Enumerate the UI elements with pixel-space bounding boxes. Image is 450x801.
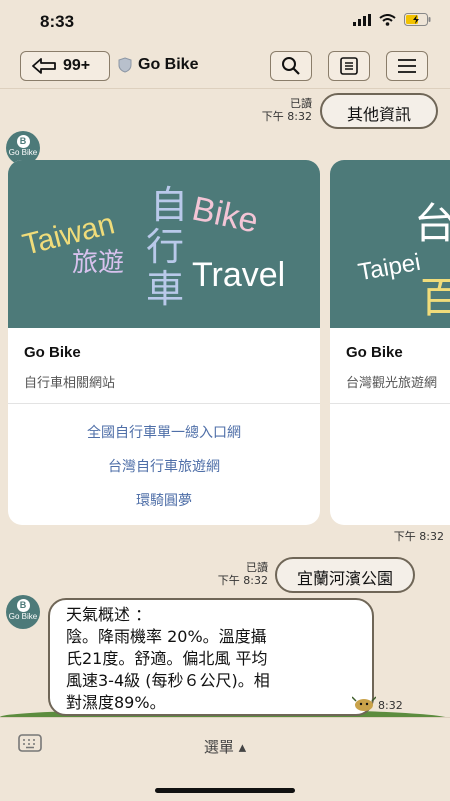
carousel-card[interactable]: Taipei 台 百 Go Bike 台灣觀光旅遊網 bbox=[330, 160, 450, 525]
signal-icon bbox=[353, 13, 371, 26]
message-time: 下午 8:32 bbox=[217, 574, 268, 587]
wifi-icon bbox=[379, 13, 396, 26]
message-line: 風速3-4級 (每秒６公尺)。相 bbox=[66, 671, 270, 690]
hero-word: Taipei bbox=[356, 248, 423, 287]
menu-icon bbox=[398, 59, 416, 73]
unread-count: 99+ bbox=[63, 57, 91, 74]
incoming-message[interactable]: 天氣概述 ： 陰。降雨機率 20%。溫度攝 氏21度。舒適。偏北風 平均 風速3… bbox=[48, 598, 374, 716]
notes-button[interactable] bbox=[328, 51, 370, 81]
message-line: 陰。降雨機率 20%。溫度攝 bbox=[66, 627, 267, 646]
avatar[interactable]: B Go Bike bbox=[6, 595, 40, 629]
home-indicator bbox=[155, 788, 295, 793]
read-receipt: 已讀 bbox=[246, 561, 268, 574]
message-meta: 已讀 下午 8:32 bbox=[196, 561, 268, 587]
back-arrow-icon bbox=[32, 58, 56, 74]
message-line: 氏21度。舒適。偏北風 平均 bbox=[66, 649, 268, 668]
card-hero-image: Taiwan 自 行 車 Bike 旅遊 Travel bbox=[8, 160, 320, 328]
notes-icon bbox=[340, 57, 358, 75]
menu-toggle[interactable]: 選單 ▴ bbox=[0, 736, 450, 757]
status-bar: 8:33 bbox=[0, 0, 450, 44]
hero-word: Travel bbox=[192, 256, 286, 294]
card-title: Go Bike bbox=[346, 344, 403, 361]
hero-word: 車 bbox=[146, 267, 185, 311]
chat-area[interactable]: 已讀 下午 8:32 其他資訊 B Go Bike Taiwan 自 行 車 B… bbox=[0, 89, 450, 717]
message-text: 宜蘭河濱公園 bbox=[296, 569, 393, 588]
status-icons bbox=[353, 13, 432, 26]
message-time: 下午 8:32 bbox=[261, 110, 312, 123]
card-link[interactable]: 全國自行車單一總入口網 bbox=[8, 422, 320, 442]
hero-word: 旅遊 bbox=[72, 248, 125, 278]
read-receipt: 已讀 bbox=[290, 97, 312, 110]
message-text: 其他資訊 bbox=[346, 105, 411, 124]
card-subtitle: 自行車相關網站 bbox=[24, 376, 116, 391]
outgoing-message[interactable]: 宜蘭河濱公園 bbox=[275, 557, 415, 593]
hero-word: Bike bbox=[188, 189, 262, 241]
message-meta: 已讀 下午 8:32 bbox=[240, 97, 312, 123]
search-button[interactable] bbox=[270, 51, 312, 81]
menu-button[interactable] bbox=[386, 51, 428, 81]
status-time: 8:33 bbox=[40, 12, 75, 31]
bottom-bar: 選單 ▴ bbox=[0, 717, 450, 801]
carousel-card[interactable]: Taiwan 自 行 車 Bike 旅遊 Travel Go Bike 自行車相… bbox=[8, 160, 320, 525]
chat-header: 99+ Go Bike bbox=[0, 44, 450, 89]
card-divider bbox=[330, 403, 450, 404]
avatar-label: Go Bike bbox=[8, 148, 38, 157]
avatar-label: Go Bike bbox=[8, 612, 38, 621]
shield-icon bbox=[118, 57, 132, 73]
card-hero-image: Taipei 台 百 bbox=[330, 160, 450, 328]
card-link[interactable]: 環騎圓夢 bbox=[8, 490, 320, 510]
hero-word: 百 bbox=[420, 273, 450, 322]
card-link[interactable]: 台灣自行車旅遊網 bbox=[8, 456, 320, 476]
message-time: 8:32 bbox=[378, 699, 403, 712]
message-time: 下午 8:32 bbox=[393, 530, 444, 543]
message-line: 天氣概述 ： bbox=[66, 605, 152, 624]
card-title: Go Bike bbox=[24, 344, 81, 361]
message-line: 對濕度89%。 bbox=[66, 693, 166, 712]
hero-word: 台 bbox=[414, 199, 450, 248]
sticker-icon bbox=[352, 696, 376, 711]
avatar-letter: B bbox=[16, 135, 30, 148]
search-icon bbox=[282, 57, 300, 75]
card-divider bbox=[8, 403, 320, 404]
battery-icon bbox=[404, 13, 431, 26]
avatar-letter: B bbox=[16, 599, 30, 612]
chat-title-text: Go Bike bbox=[138, 56, 199, 73]
card-subtitle: 台灣觀光旅遊網 bbox=[346, 376, 438, 391]
back-button[interactable]: 99+ bbox=[20, 51, 110, 81]
chat-title[interactable]: Go Bike bbox=[118, 56, 198, 74]
outgoing-message[interactable]: 其他資訊 bbox=[320, 93, 438, 129]
